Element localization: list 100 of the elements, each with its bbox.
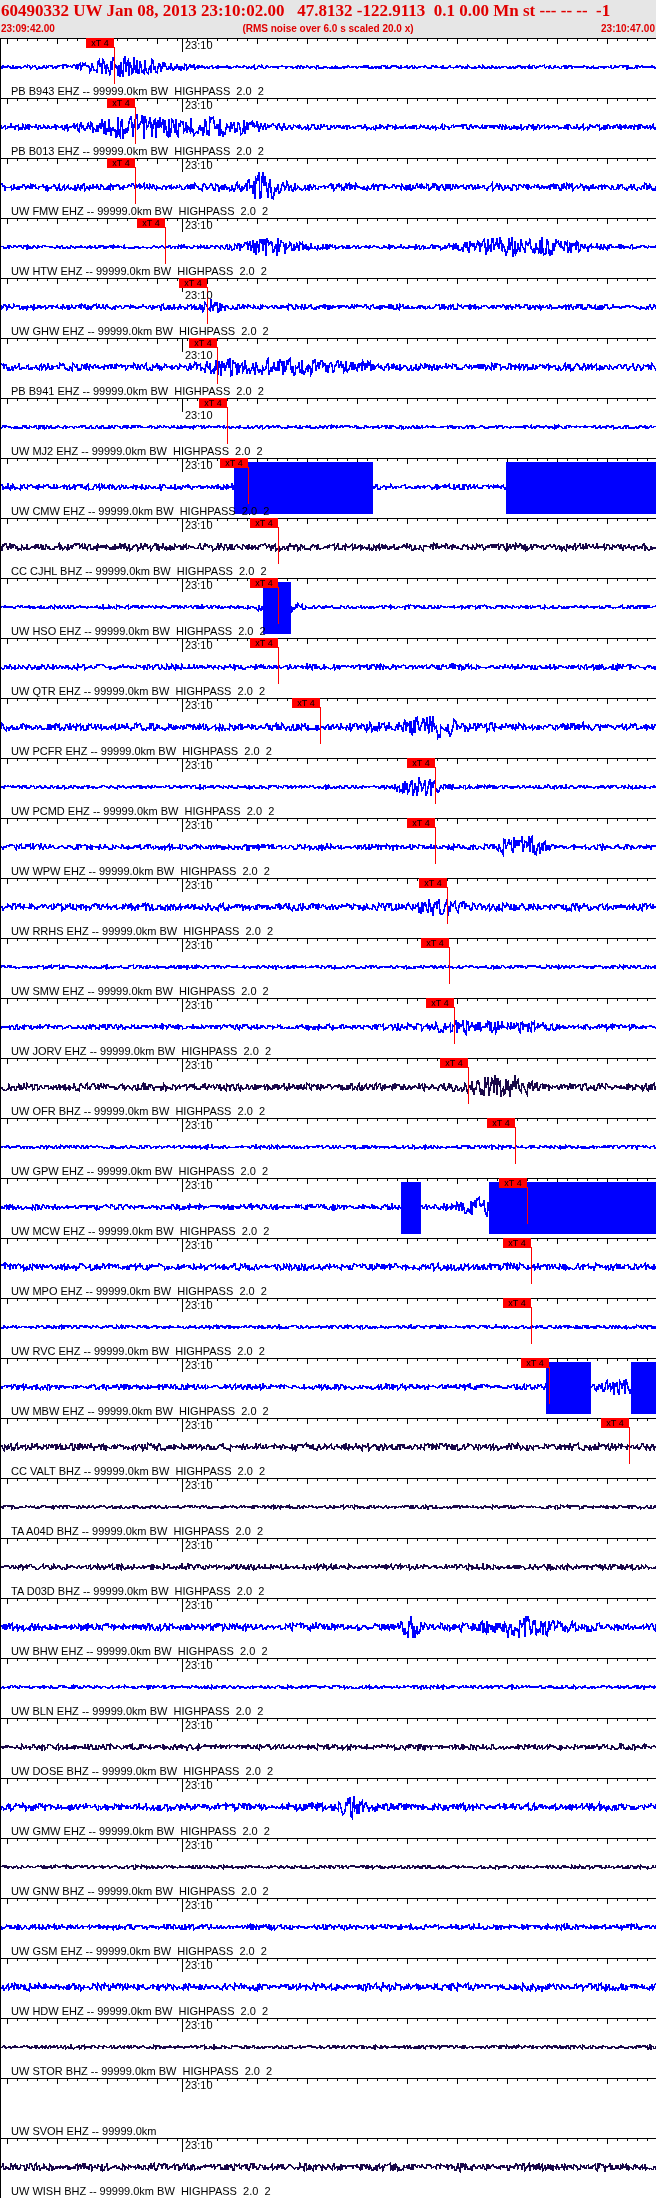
trace-label: UW GNW BHZ -- 99999.0km BW HIGHPASS 2.0 2 bbox=[11, 1885, 269, 1897]
time-label: 23:10 bbox=[185, 1899, 213, 1911]
pick-line bbox=[135, 106, 136, 145]
pick-line bbox=[114, 46, 115, 85]
trace-label: UW SMW EHZ -- 99999.0km BW HIGHPASS 2.0 2 bbox=[11, 985, 269, 997]
pick-flag: xT 4 bbox=[220, 458, 248, 468]
trace-label: CC VALT BHZ -- 99999.0km BW HIGHPASS 2.0 2 bbox=[11, 1465, 266, 1477]
time-label: 23:10 bbox=[185, 1359, 213, 1371]
pick-flag: xT 4 bbox=[189, 338, 217, 348]
trace-label: PB B943 EHZ -- 99999.0km BW HIGHPASS 2.0 2 bbox=[11, 85, 264, 97]
pick-line bbox=[454, 1006, 455, 1045]
trace-label: UW HTW EHZ -- 99999.0km BW HIGHPASS 2.0 2 bbox=[11, 265, 267, 277]
pick-line bbox=[320, 706, 321, 745]
trace-label: UW SVOH EHZ -- 99999.0km bbox=[11, 2125, 157, 2137]
time-label: 23:10 bbox=[185, 1479, 213, 1491]
trace-label: UW GPW EHZ -- 99999.0km BW HIGHPASS 2.0 2 bbox=[11, 1165, 269, 1177]
trace-label: UW WPW EHZ -- 99999.0km BW HIGHPASS 2.0 2 bbox=[11, 865, 270, 877]
pick-flag: xT 4 bbox=[179, 278, 207, 288]
trace-label: UW MPO EHZ -- 99999.0km BW HIGHPASS 2.0 2 bbox=[11, 1285, 267, 1297]
trace-label: TA D03D BHZ -- 99999.0km BW HIGHPASS 2.0 2 bbox=[11, 1585, 265, 1597]
pick-flag: xT 4 bbox=[199, 398, 227, 408]
pick-flag: xT 4 bbox=[137, 218, 165, 228]
time-label: 23:10 bbox=[185, 939, 213, 951]
time-label: 23:10 bbox=[185, 519, 213, 531]
trace-label: UW OFR BHZ -- 99999.0km BW HIGHPASS 2.0 2 bbox=[11, 1105, 266, 1117]
trace-label: UW HSO EHZ -- 99999.0km BW HIGHPASS 2.0 2 bbox=[11, 625, 266, 637]
scale-note: (RMS noise over 6.0 s scaled 20.0 x) bbox=[242, 22, 414, 36]
event-title: 60490332 UW Jan 08, 2013 23:10:02.00 47.8132 -122.9113 0.1 0.00 Mn st --- -- -- -1 bbox=[0, 0, 612, 22]
pick-line bbox=[248, 466, 249, 505]
pick-flag: xT 4 bbox=[421, 938, 449, 948]
time-label: 23:10 bbox=[185, 99, 213, 111]
pick-line bbox=[227, 406, 228, 445]
time-label: 23:10 bbox=[185, 1299, 213, 1311]
time-label: 23:10 bbox=[185, 999, 213, 1011]
time-label: 23:10 bbox=[185, 2139, 213, 2151]
time-label: 23:10 bbox=[185, 639, 213, 651]
pick-line bbox=[135, 166, 136, 205]
trace-label: UW RVC EHZ -- 99999.0km BW HIGHPASS 2.0 2 bbox=[11, 1345, 265, 1357]
pick-flag: xT 4 bbox=[503, 1298, 531, 1308]
pick-line bbox=[278, 586, 279, 625]
time-label: 23:10 bbox=[185, 879, 213, 891]
pick-line bbox=[515, 1126, 516, 1165]
time-label: 23:10 bbox=[185, 1959, 213, 1971]
trace-label: UW STOR BHZ -- 99999.0km BW HIGHPASS 2.0 2 bbox=[11, 2065, 273, 2077]
pick-line bbox=[527, 1186, 528, 1225]
trace-label: UW RRHS EHZ -- 99999.0km BW HIGHPASS 2.0 2 bbox=[11, 925, 274, 937]
pick-flag: xT 4 bbox=[487, 1118, 515, 1128]
time-label: 23:10 bbox=[185, 819, 213, 831]
trace-label: UW DOSE BHZ -- 99999.0km BW HIGHPASS 2.0 2 bbox=[11, 1765, 274, 1777]
time-label: 23:10 bbox=[185, 159, 213, 171]
trace-label: PB B013 EHZ -- 99999.0km BW HIGHPASS 2.0 2 bbox=[11, 145, 264, 157]
pick-flag: xT 4 bbox=[250, 578, 278, 588]
pick-line bbox=[278, 526, 279, 565]
time-label: 23:10 bbox=[185, 349, 213, 361]
start-time: 23:09:42.00 bbox=[1, 22, 55, 36]
trace-label: PB B941 EHZ -- 99999.0km BW HIGHPASS 2.0 2 bbox=[11, 385, 264, 397]
time-label: 23:10 bbox=[185, 1839, 213, 1851]
pick-line bbox=[549, 1366, 550, 1405]
pick-flag: xT 4 bbox=[419, 878, 447, 888]
time-label: 23:10 bbox=[185, 579, 213, 591]
trace-label: TA A04D BHZ -- 99999.0km BW HIGHPASS 2.0 2 bbox=[11, 1525, 264, 1537]
pick-line bbox=[468, 1066, 469, 1105]
time-label: 23:10 bbox=[185, 409, 213, 421]
pick-line bbox=[447, 886, 448, 925]
trace-label: UW MCW EHZ -- 99999.0km BW HIGHPASS 2.0 2 bbox=[11, 1225, 270, 1237]
time-label: 23:10 bbox=[185, 2019, 213, 2031]
pick-line bbox=[531, 1306, 532, 1345]
trace-label: UW MJ2 EHZ -- 99999.0km BW HIGHPASS 2.0 2 bbox=[11, 445, 263, 457]
pick-line bbox=[449, 946, 450, 985]
trace-label: UW GHW EHZ -- 99999.0km BW HIGHPASS 2.0 2 bbox=[11, 325, 269, 337]
trace-label: UW GSM EHZ -- 99999.0km BW HIGHPASS 2.0 2 bbox=[11, 1945, 267, 1957]
pick-line bbox=[435, 826, 436, 865]
time-label: 23:10 bbox=[185, 1719, 213, 1731]
time-label: 23:10 bbox=[185, 1179, 213, 1191]
time-label: 23:10 bbox=[185, 759, 213, 771]
time-label: 23:10 bbox=[185, 39, 213, 51]
trace-label: UW PCMD EHZ -- 99999.0km BW HIGHPASS 2.0 2 bbox=[11, 805, 275, 817]
pick-line bbox=[435, 766, 436, 805]
pick-flag: xT 4 bbox=[107, 158, 135, 168]
pick-line bbox=[165, 226, 166, 265]
pick-flag: xT 4 bbox=[86, 38, 114, 48]
trace-label: UW FMW EHZ -- 99999.0km BW HIGHPASS 2.0 2 bbox=[11, 205, 269, 217]
trace-label: CC CJHL BHZ -- 99999.0km BW HIGHPASS 2.0 2 bbox=[11, 565, 267, 577]
time-label: 23:10 bbox=[185, 1119, 213, 1131]
trace-label: UW BLN EHZ -- 99999.0km BW HIGHPASS 2.0 2 bbox=[11, 1705, 264, 1717]
trace-label: UW HDW EHZ -- 99999.0km BW HIGHPASS 2.0 2 bbox=[11, 2005, 269, 2017]
pick-flag: xT 4 bbox=[601, 1418, 629, 1428]
pick-flag: xT 4 bbox=[250, 638, 278, 648]
trace-label: UW JORV EHZ -- 99999.0km BW HIGHPASS 2.0 2 bbox=[11, 1045, 271, 1057]
end-time: 23:10:47.00 bbox=[601, 22, 655, 36]
pick-flag: xT 4 bbox=[440, 1058, 468, 1068]
pick-flag: xT 4 bbox=[503, 1238, 531, 1248]
time-label: 23:10 bbox=[185, 1239, 213, 1251]
pick-line bbox=[629, 1426, 630, 1465]
time-label: 23:10 bbox=[185, 1599, 213, 1611]
pick-flag: xT 4 bbox=[250, 518, 278, 528]
time-label: 23:10 bbox=[185, 2079, 213, 2091]
pick-flag: xT 4 bbox=[521, 1358, 549, 1368]
time-label: 23:10 bbox=[185, 219, 213, 231]
trace-label: UW QTR EHZ -- 99999.0km BW HIGHPASS 2.0 2 bbox=[11, 685, 266, 697]
